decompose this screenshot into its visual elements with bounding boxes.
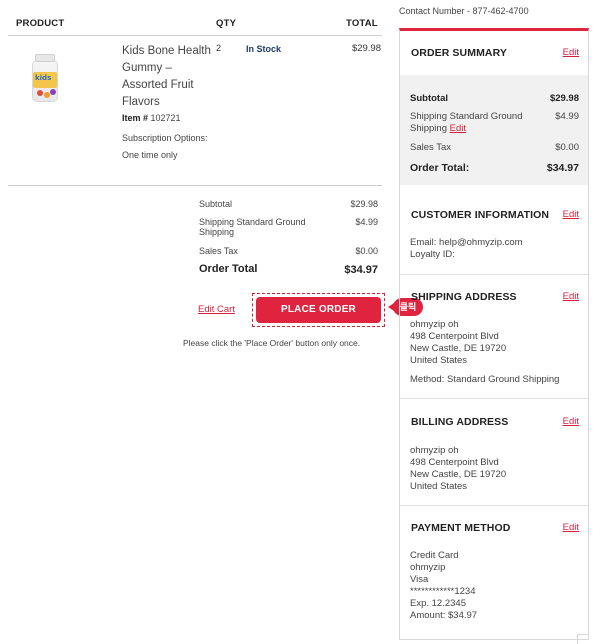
summary-tax-value: $0.00 bbox=[555, 142, 579, 153]
billing-country: United States bbox=[410, 481, 468, 492]
product-qty: 2 bbox=[216, 43, 222, 53]
item-number-value: 102721 bbox=[150, 113, 181, 123]
column-header-qty: QTY bbox=[216, 18, 237, 29]
item-number: Item # 102721 bbox=[122, 113, 181, 123]
gummy-dot bbox=[44, 92, 50, 98]
shipping-address-title: SHIPPING ADDRESS bbox=[411, 291, 517, 303]
shipping-address-edit-link[interactable]: Edit bbox=[563, 291, 579, 302]
product-name[interactable]: Kids Bone Health Gummy – Assorted Fruit … bbox=[122, 43, 212, 111]
summary-subtotal-value: $29.98 bbox=[549, 93, 579, 104]
panel-corner bbox=[577, 634, 589, 644]
payment-holder: ohmyzip bbox=[410, 562, 446, 573]
order-total-label: Order Total bbox=[199, 263, 258, 275]
payment-expiry: Exp. 12.2345 bbox=[410, 598, 466, 609]
column-header-product: PRODUCT bbox=[16, 18, 65, 29]
product-price: $29.98 bbox=[351, 43, 381, 54]
billing-name: ohmyzip oh bbox=[410, 445, 459, 456]
order-summary-title: ORDER SUMMARY bbox=[411, 47, 507, 59]
contact-number: Contact Number - 877-462-4700 bbox=[399, 6, 529, 16]
item-number-label: Item # bbox=[122, 113, 149, 123]
summary-subtotal-label: Subtotal bbox=[410, 93, 448, 104]
place-order-button[interactable]: PLACE ORDER bbox=[256, 297, 381, 323]
customer-info-edit-link[interactable]: Edit bbox=[563, 209, 579, 220]
stock-status: In Stock bbox=[246, 44, 282, 54]
billing-street: 498 Centerpoint Blvd bbox=[410, 457, 499, 468]
section-divider bbox=[400, 274, 588, 275]
place-order-note: Please click the 'Place Order' button on… bbox=[183, 338, 361, 348]
summary-shipping-edit-link[interactable]: Edit bbox=[450, 123, 466, 134]
payment-amount: Amount: $34.97 bbox=[410, 610, 478, 621]
summary-shipping-value: $4.99 bbox=[555, 111, 579, 122]
edit-cart-link[interactable]: Edit Cart bbox=[198, 304, 235, 315]
order-total-value: $34.97 bbox=[344, 264, 378, 276]
billing-address-title: BILLING ADDRESS bbox=[411, 416, 509, 428]
subscription-options: Subscription Options: One time only bbox=[122, 133, 208, 160]
section-divider bbox=[400, 398, 588, 399]
customer-email: Email: help@ohmyzip.com bbox=[410, 237, 523, 248]
product-divider bbox=[8, 185, 382, 186]
column-header-total: TOTAL bbox=[346, 18, 378, 29]
shipping-country: United States bbox=[410, 355, 468, 366]
subtotal-value: $29.98 bbox=[350, 199, 378, 209]
customer-info-title: CUSTOMER INFORMATION bbox=[411, 209, 550, 221]
sales-tax-label: Sales Tax bbox=[199, 246, 238, 256]
gummy-dot bbox=[50, 89, 56, 95]
summary-total-label: Order Total: bbox=[410, 162, 470, 174]
place-order-highlight: PLACE ORDER bbox=[252, 293, 385, 327]
shipping-method: Method: Standard Ground Shipping bbox=[410, 374, 560, 385]
shipping-city: New Castle, DE 19720 bbox=[410, 343, 507, 354]
payment-type: Credit Card bbox=[410, 550, 459, 561]
shipping-value: $4.99 bbox=[355, 217, 378, 227]
customer-loyalty-id: Loyalty ID: bbox=[410, 249, 455, 260]
summary-total-value: $34.97 bbox=[546, 162, 579, 174]
header-divider bbox=[8, 35, 382, 36]
jar-lid bbox=[35, 54, 55, 62]
product-image[interactable]: kids bbox=[26, 52, 64, 104]
order-summary-edit-link[interactable]: Edit bbox=[563, 47, 579, 58]
section-divider bbox=[400, 505, 588, 506]
shipping-name: ohmyzip oh bbox=[410, 319, 459, 330]
summary-tax-label: Sales Tax bbox=[410, 142, 452, 153]
summary-shipping-label: Shipping Standard Ground Shipping Edit bbox=[410, 111, 540, 135]
payment-brand: Visa bbox=[410, 574, 429, 585]
sales-tax-value: $0.00 bbox=[355, 246, 378, 256]
summary-shipping-text: Shipping Standard Ground Shipping bbox=[410, 111, 523, 134]
gummy-dot bbox=[37, 90, 43, 96]
billing-address-edit-link[interactable]: Edit bbox=[563, 416, 579, 427]
payment-card-number: ************1234 bbox=[410, 586, 476, 597]
payment-method-edit-link[interactable]: Edit bbox=[563, 522, 579, 533]
billing-city: New Castle, DE 19720 bbox=[410, 469, 507, 480]
payment-method-title: PAYMENT METHOD bbox=[411, 522, 511, 534]
shipping-street: 498 Centerpoint Blvd bbox=[410, 331, 499, 342]
shipping-label: Shipping Standard Ground Shipping bbox=[199, 217, 306, 237]
subtotal-label: Subtotal bbox=[199, 199, 233, 209]
jar-logo-text: kids bbox=[35, 74, 52, 82]
